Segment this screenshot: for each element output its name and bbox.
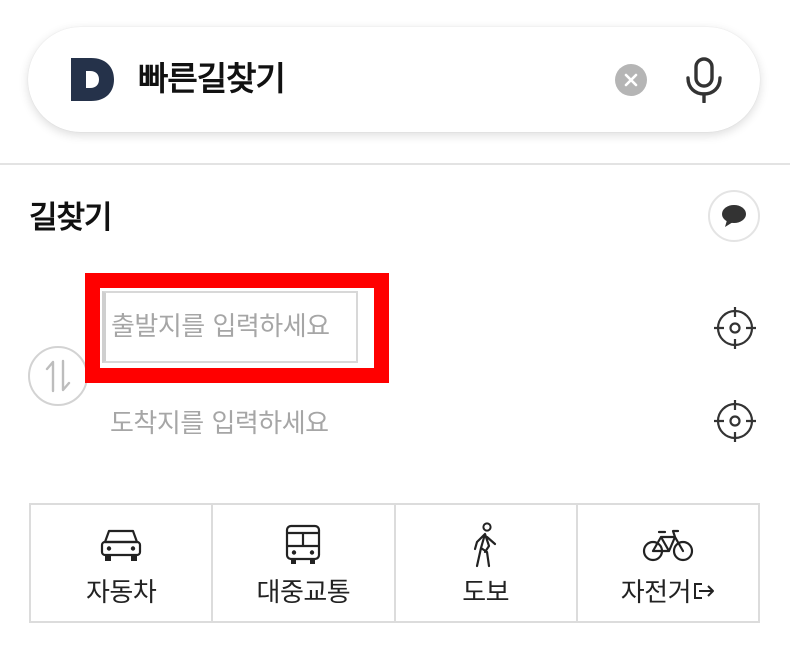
section-title: 길찾기 (29, 200, 113, 236)
tab-label-walk: 도보 (462, 578, 510, 608)
tab-car[interactable]: 자동차 (31, 505, 214, 621)
swap-arrows-icon (45, 359, 71, 393)
origin-input-container (85, 273, 389, 383)
close-icon (624, 73, 638, 87)
external-link-icon (694, 582, 714, 599)
daum-logo-icon (71, 58, 114, 101)
header-divider (0, 163, 790, 165)
feedback-button[interactable] (708, 190, 760, 242)
origin-input[interactable] (102, 291, 358, 363)
tab-label-car: 자동차 (85, 578, 157, 608)
bus-icon (285, 523, 321, 567)
car-icon (100, 523, 142, 567)
walking-icon (471, 522, 501, 568)
search-query-text[interactable]: 빠른길찾기 (138, 55, 286, 103)
current-location-destination-icon[interactable] (713, 399, 757, 443)
bicycle-icon (642, 523, 694, 567)
tab-walk[interactable]: 도보 (396, 505, 578, 621)
search-bar[interactable]: 빠른길찾기 (28, 27, 760, 132)
speech-bubble-icon (722, 205, 746, 227)
current-location-origin-icon[interactable] (713, 306, 757, 350)
destination-input[interactable] (110, 398, 510, 450)
tab-label-bicycle-wrap: 자전거 (621, 572, 715, 609)
tab-label-public-transit: 대중교통 (256, 578, 351, 608)
tab-public-transit[interactable]: 대중교통 (213, 505, 396, 621)
tab-bicycle[interactable]: 자전거 (578, 505, 758, 621)
clear-search-button[interactable] (615, 64, 647, 96)
swap-route-button[interactable] (28, 346, 88, 406)
microphone-icon[interactable] (683, 57, 725, 103)
transport-mode-tabs: 자동차 대중교통 도보 자전거 (29, 503, 760, 623)
tab-label-bicycle: 자전거 (620, 578, 692, 608)
